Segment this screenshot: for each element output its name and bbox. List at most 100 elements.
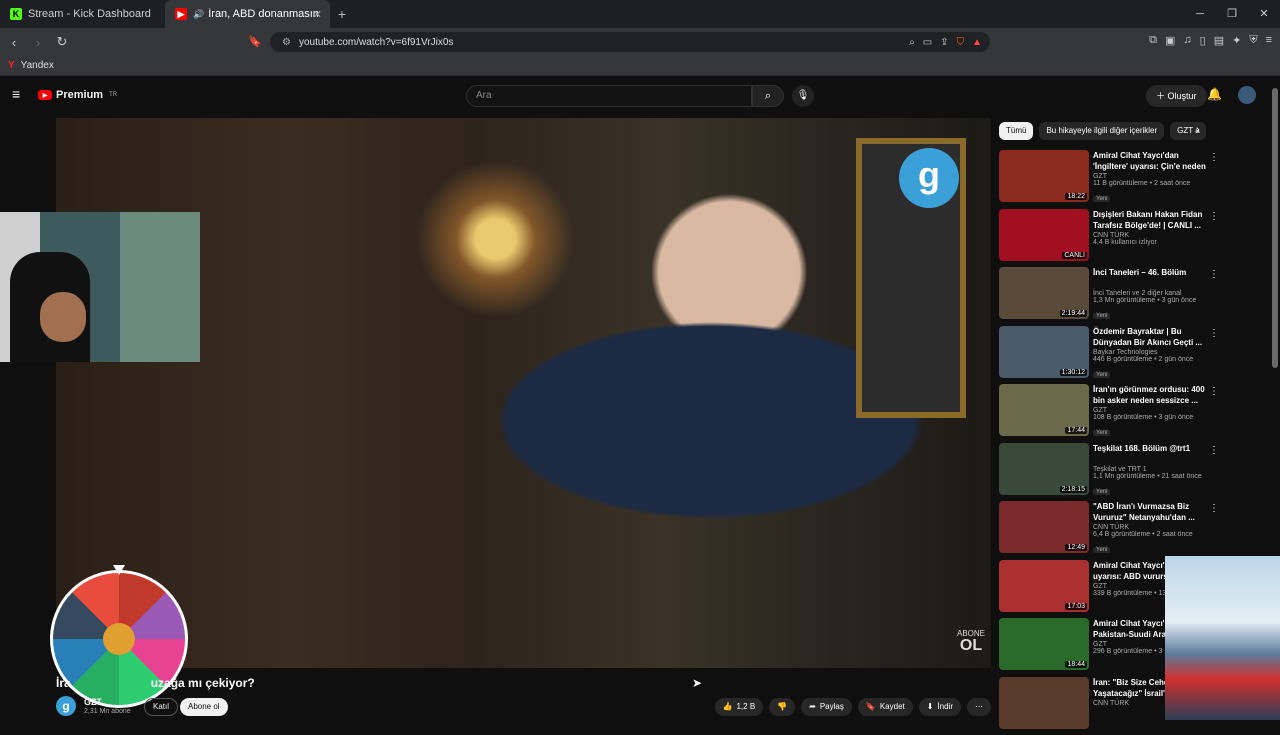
share-icon[interactable]: ⇪ bbox=[940, 37, 948, 48]
new-tab-button[interactable]: + bbox=[330, 6, 354, 22]
ai-icon[interactable]: ✦ bbox=[1232, 34, 1241, 47]
screenshot-icon[interactable]: ▣ bbox=[1165, 34, 1175, 47]
zoom-icon[interactable]: ⌕ bbox=[909, 37, 915, 48]
forward-button[interactable]: › bbox=[28, 35, 48, 50]
subscribe-button[interactable]: Abone ol bbox=[180, 698, 228, 716]
related-video-channel[interactable]: İnci Taneleri ve 2 diğer kanal bbox=[1093, 290, 1209, 297]
vpn-icon[interactable]: ⛨ bbox=[1249, 34, 1257, 47]
tab-kick-dashboard[interactable]: K Stream - Kick Dashboard bbox=[0, 0, 165, 28]
related-video-channel[interactable]: Baykar Technologies bbox=[1093, 349, 1209, 356]
related-video-channel[interactable]: CNN TÜRK bbox=[1093, 524, 1209, 531]
video-thumbnail[interactable]: CANLI bbox=[999, 209, 1089, 261]
url-bar[interactable]: ⚙ youtube.com/watch?v=6f91VrJix0s ⌕ ▭ ⇪ … bbox=[270, 32, 990, 52]
related-video-channel[interactable]: GZT bbox=[1093, 173, 1209, 180]
back-button[interactable]: ‹ bbox=[4, 35, 24, 50]
wallet-icon[interactable]: ▤ bbox=[1214, 34, 1224, 47]
minimize-button[interactable]: ─ bbox=[1184, 0, 1216, 28]
channel-name[interactable]: GZT bbox=[84, 697, 102, 707]
chip-all[interactable]: Tümü bbox=[999, 122, 1033, 140]
video-thumbnail[interactable]: 17:03 bbox=[999, 560, 1089, 612]
extensions-icon[interactable]: ⧉ bbox=[1149, 34, 1157, 47]
chip-related-story[interactable]: Bu hikayeyle ilgili diğer içerikler bbox=[1039, 122, 1164, 140]
search-button[interactable]: ⌕ bbox=[752, 85, 784, 107]
related-video-item[interactable]: CANLI Dışişleri Bakanı Hakan Fidan Taraf… bbox=[999, 209, 1269, 268]
close-tab-icon[interactable]: ✕ bbox=[313, 8, 322, 21]
save-button[interactable]: 🔖Kaydet bbox=[858, 698, 913, 716]
video-thumbnail[interactable]: 12:49 bbox=[999, 501, 1089, 553]
notifications-bell-icon[interactable]: 🔔 bbox=[1207, 87, 1222, 101]
video-duration: 18:22 bbox=[1065, 193, 1087, 200]
join-button[interactable]: Katıl bbox=[144, 698, 178, 716]
related-video-title[interactable]: Dışişleri Bakanı Hakan Fidan Tarafsız Bö… bbox=[1093, 209, 1209, 231]
video-thumbnail[interactable]: 18:22 bbox=[999, 150, 1089, 202]
dislike-button[interactable]: 👎 bbox=[769, 698, 795, 716]
related-video-item[interactable]: 18:22 Amiral Cihat Yaycı'dan 'İngiltere'… bbox=[999, 150, 1269, 209]
video-thumbnail[interactable] bbox=[999, 677, 1089, 729]
related-video-title[interactable]: Teşkilat 168. Bölüm @trt1 bbox=[1093, 443, 1209, 465]
related-video-title[interactable]: İran'ın görünmez ordusu: 400 bin asker n… bbox=[1093, 384, 1209, 406]
related-video-title[interactable]: İnci Taneleri – 46. Bölüm bbox=[1093, 267, 1209, 289]
video-duration: 12:49 bbox=[1065, 544, 1087, 551]
tab-youtube-video[interactable]: ▶ 🔊 İran, ABD donanmasını tuzağ ✕ bbox=[165, 0, 330, 28]
more-options-icon[interactable]: ⋮ bbox=[1209, 445, 1219, 456]
related-video-item[interactable]: 1:30:12 Özdemir Bayraktar | Bu Dünyadan … bbox=[999, 326, 1269, 385]
voice-search-button[interactable]: 🎙 bbox=[792, 85, 814, 107]
video-player[interactable]: g ABONE OL bbox=[56, 118, 991, 668]
hamburger-menu-icon[interactable]: ≡ bbox=[12, 86, 20, 102]
youtube-logo[interactable]: ▶ Premium TR bbox=[38, 89, 117, 101]
video-thumbnail[interactable]: 2:18:15 bbox=[999, 443, 1089, 495]
account-avatar[interactable] bbox=[1238, 86, 1256, 104]
chevron-right-icon[interactable]: › bbox=[1196, 124, 1200, 136]
like-button[interactable]: 👍1,2 B bbox=[715, 698, 764, 716]
video-actions: 👍1,2 B 👎 ➦Paylaş 🔖Kaydet ⬇İndir ⋯ bbox=[715, 698, 991, 716]
video-thumbnail[interactable]: 17:44 bbox=[999, 384, 1089, 436]
video-duration: 1:30:12 bbox=[1060, 369, 1087, 376]
related-video-channel[interactable]: Teşkilat ve TRT 1 bbox=[1093, 466, 1209, 473]
rewards-icon[interactable]: ▲ bbox=[972, 37, 982, 48]
page-scrollbar[interactable] bbox=[1272, 88, 1278, 368]
menu-icon[interactable]: ≡ bbox=[1266, 34, 1272, 47]
related-video-channel[interactable]: GZT bbox=[1093, 407, 1209, 414]
brave-shield-icon[interactable]: ⛉ bbox=[957, 37, 965, 48]
bookmark-icon[interactable]: 🔖 bbox=[248, 35, 262, 48]
video-thumbnail[interactable]: 2:19:44 bbox=[999, 267, 1089, 319]
more-options-icon[interactable]: ⋮ bbox=[1209, 269, 1219, 280]
close-window-button[interactable]: ✕ bbox=[1248, 0, 1280, 28]
site-info-icon[interactable]: ⚙ bbox=[282, 37, 291, 48]
restore-button[interactable]: ❐ bbox=[1216, 0, 1248, 28]
search-input[interactable]: Ara bbox=[466, 85, 752, 107]
video-thumbnail[interactable]: 18:44 bbox=[999, 618, 1089, 670]
cast-icon[interactable]: ▭ bbox=[923, 37, 932, 48]
related-video-item[interactable]: 2:19:44 İnci Taneleri – 46. Bölüm İnci T… bbox=[999, 267, 1269, 326]
yandex-icon: Y bbox=[8, 60, 15, 71]
channel-avatar[interactable]: g bbox=[56, 696, 76, 716]
music-icon[interactable]: ♫ bbox=[1183, 34, 1191, 47]
related-video-item[interactable]: 2:18:15 Teşkilat 168. Bölüm @trt1 Teşkil… bbox=[999, 443, 1269, 502]
more-options-icon[interactable]: ⋮ bbox=[1209, 503, 1219, 514]
subscribe-watermark[interactable]: ABONE OL bbox=[957, 630, 985, 654]
related-video-item[interactable]: 12:49 "ABD İran'ı Vurmazsa Biz Vururuz" … bbox=[999, 501, 1269, 560]
related-video-title[interactable]: Özdemir Bayraktar | Bu Dünyadan Bir Akın… bbox=[1093, 326, 1209, 348]
download-button[interactable]: ⬇İndir bbox=[919, 698, 961, 716]
more-options-icon[interactable]: ⋮ bbox=[1209, 211, 1219, 222]
related-video-item[interactable]: 17:44 İran'ın görünmez ordusu: 400 bin a… bbox=[999, 384, 1269, 443]
sidebar-icon[interactable]: ▯ bbox=[1200, 34, 1206, 47]
related-video-channel[interactable]: CNN TÜRK bbox=[1093, 232, 1209, 239]
related-video-title[interactable]: Amiral Cihat Yaycı'dan 'İngiltere' uyarı… bbox=[1093, 150, 1209, 172]
video-thumbnail[interactable]: 1:30:12 bbox=[999, 326, 1089, 378]
video-duration: 18:44 bbox=[1065, 661, 1087, 668]
more-options-icon[interactable]: ⋮ bbox=[1209, 152, 1219, 163]
microphone-icon: 🎙 bbox=[797, 90, 810, 101]
more-options-icon[interactable]: ⋮ bbox=[1209, 328, 1219, 339]
related-video-meta: 446 B görüntüleme • 2 gün önce bbox=[1093, 356, 1209, 363]
create-button[interactable]: ＋ Oluştur bbox=[1146, 85, 1207, 107]
related-video-text: Amiral Cihat Yaycı'dan 'İngiltere' uyarı… bbox=[1093, 150, 1209, 205]
reload-button[interactable]: ↻ bbox=[52, 34, 72, 50]
share-button[interactable]: ➦Paylaş bbox=[801, 698, 852, 716]
more-actions-button[interactable]: ⋯ bbox=[967, 698, 991, 716]
bookmark-yandex[interactable]: Yandex bbox=[21, 60, 54, 71]
chip-gzt[interactable]: GZT a bbox=[1170, 122, 1206, 140]
bookmarks-bar: Y Yandex bbox=[0, 56, 1280, 76]
related-video-title[interactable]: "ABD İran'ı Vurmazsa Biz Vururuz" Netany… bbox=[1093, 501, 1209, 523]
more-options-icon[interactable]: ⋮ bbox=[1209, 386, 1219, 397]
